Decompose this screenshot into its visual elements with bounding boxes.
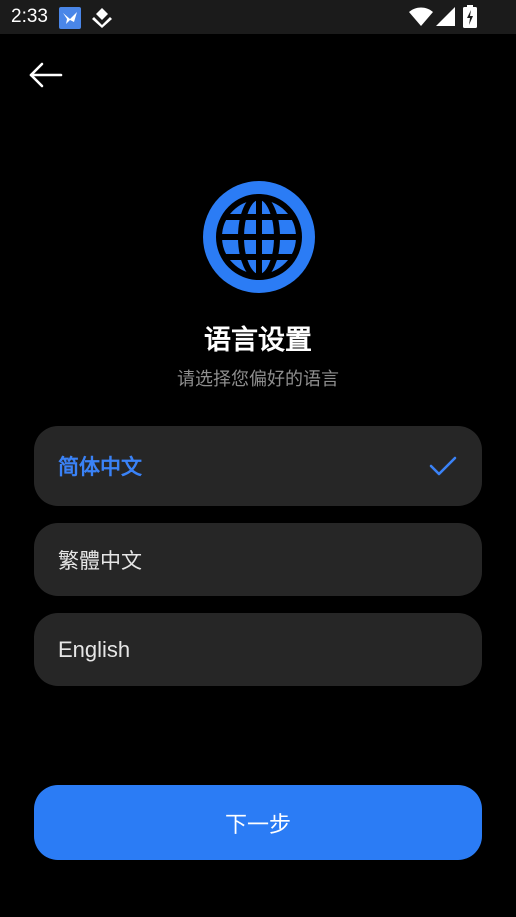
language-option-simplified-chinese[interactable]: 简体中文 bbox=[34, 426, 482, 506]
arrow-left-icon bbox=[29, 62, 63, 88]
page-title: 语言设置 bbox=[204, 325, 312, 356]
language-option-label: English bbox=[58, 636, 131, 662]
battery-charging-icon bbox=[463, 5, 477, 28]
language-option-traditional-chinese[interactable]: 繁體中文 bbox=[34, 523, 482, 596]
app-diamond-icon bbox=[92, 8, 112, 28]
next-button[interactable]: 下一步 bbox=[34, 785, 482, 860]
status-bar: 2:33 bbox=[0, 0, 516, 34]
back-button[interactable] bbox=[22, 55, 68, 95]
language-settings-screen: 2:33 语言设置 请选择您偏好的语言 简体中文 繁體中文 English 下一… bbox=[0, 0, 516, 917]
check-icon bbox=[429, 456, 457, 476]
cell-signal-icon bbox=[436, 7, 455, 26]
language-option-label: 简体中文 bbox=[58, 455, 142, 479]
language-option-english[interactable]: English bbox=[34, 613, 482, 686]
page-subtitle: 请选择您偏好的语言 bbox=[177, 369, 339, 390]
app-notification-icon bbox=[59, 7, 81, 29]
wifi-icon bbox=[409, 7, 433, 26]
globe-icon bbox=[203, 181, 315, 293]
status-time: 2:33 bbox=[11, 6, 48, 27]
language-option-label: 繁體中文 bbox=[58, 548, 142, 573]
next-button-label: 下一步 bbox=[224, 812, 291, 838]
